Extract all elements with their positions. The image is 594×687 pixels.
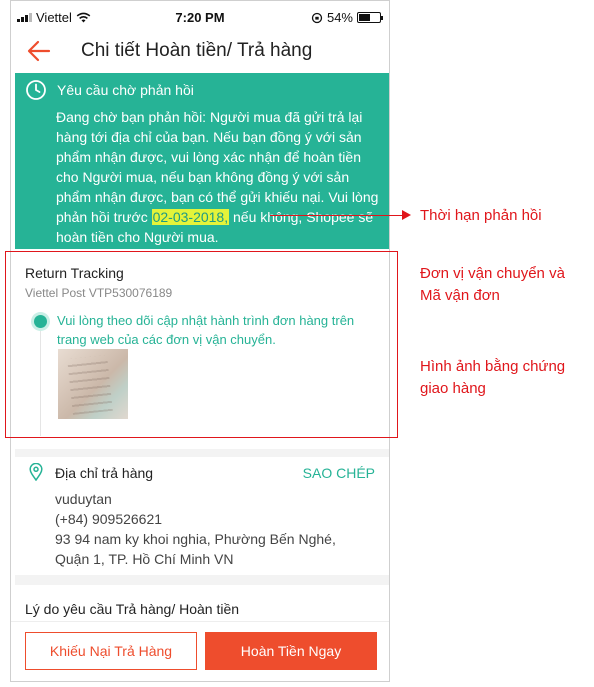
- response-deadline: 02-03-2018,: [151, 209, 230, 225]
- address-line-1: 93 94 nam ky khoi nghia, Phường Bến Nghé…: [55, 531, 336, 547]
- section-divider: [15, 575, 389, 585]
- location-pin-icon: [29, 463, 43, 481]
- page-title: Chi tiết Hoàn tiền/ Trả hàng: [81, 40, 313, 61]
- annotation-carrier-line-2: Mã vận đơn: [420, 287, 500, 304]
- return-reason-title: Lý do yêu cầu Trả hàng/ Hoàn tiền: [25, 601, 240, 617]
- annotation-proof-line-1: Hình ảnh bằng chứng: [420, 358, 566, 375]
- back-arrow-icon[interactable]: [25, 37, 53, 65]
- dispute-return-button[interactable]: Khiếu Nại Trả Hàng: [25, 632, 197, 670]
- notice-body-text: Đang chờ bạn phản hồi: Người mua đã gửi …: [56, 109, 379, 225]
- clock-icon: [26, 80, 46, 100]
- annotation-deadline: Thời hạn phản hồi: [420, 207, 542, 224]
- annotation-proof-line-2: giao hàng: [420, 380, 486, 397]
- battery-icon: [357, 12, 383, 23]
- deadline-arrow-line: [270, 215, 404, 216]
- copy-address-button[interactable]: SAO CHÉP: [303, 465, 375, 481]
- annotation-carrier-line-1: Đơn vị vận chuyển và: [420, 265, 565, 282]
- action-bar: Khiếu Nại Trả Hàng Hoàn Tiền Ngay: [11, 621, 389, 681]
- address-line-2: Quận 1, TP. Hồ Chí Minh VN: [55, 551, 234, 567]
- battery-group: 54%: [311, 10, 383, 25]
- pending-response-notice: Yêu cầu chờ phản hồi Đang chờ bạn phản h…: [15, 73, 389, 249]
- orientation-lock-icon: [311, 12, 323, 23]
- status-bar: Viettel 7:20 PM 54%: [11, 1, 389, 31]
- notice-title: Yêu cầu chờ phản hồi: [57, 82, 194, 98]
- section-divider: [15, 449, 389, 457]
- address-phone: (+84) 909526621: [55, 511, 163, 527]
- address-name: vuduytan: [55, 491, 112, 507]
- tracking-highlight-box: [5, 251, 398, 438]
- refund-now-button[interactable]: Hoàn Tiền Ngay: [205, 632, 377, 670]
- nav-bar: Chi tiết Hoàn tiền/ Trả hàng: [11, 31, 389, 71]
- deadline-arrow-head: [402, 210, 411, 220]
- battery-percent: 54%: [326, 10, 353, 25]
- notice-body: Đang chờ bạn phản hồi: Người mua đã gửi …: [56, 107, 379, 247]
- return-address-title: Địa chỉ trả hàng: [55, 465, 154, 481]
